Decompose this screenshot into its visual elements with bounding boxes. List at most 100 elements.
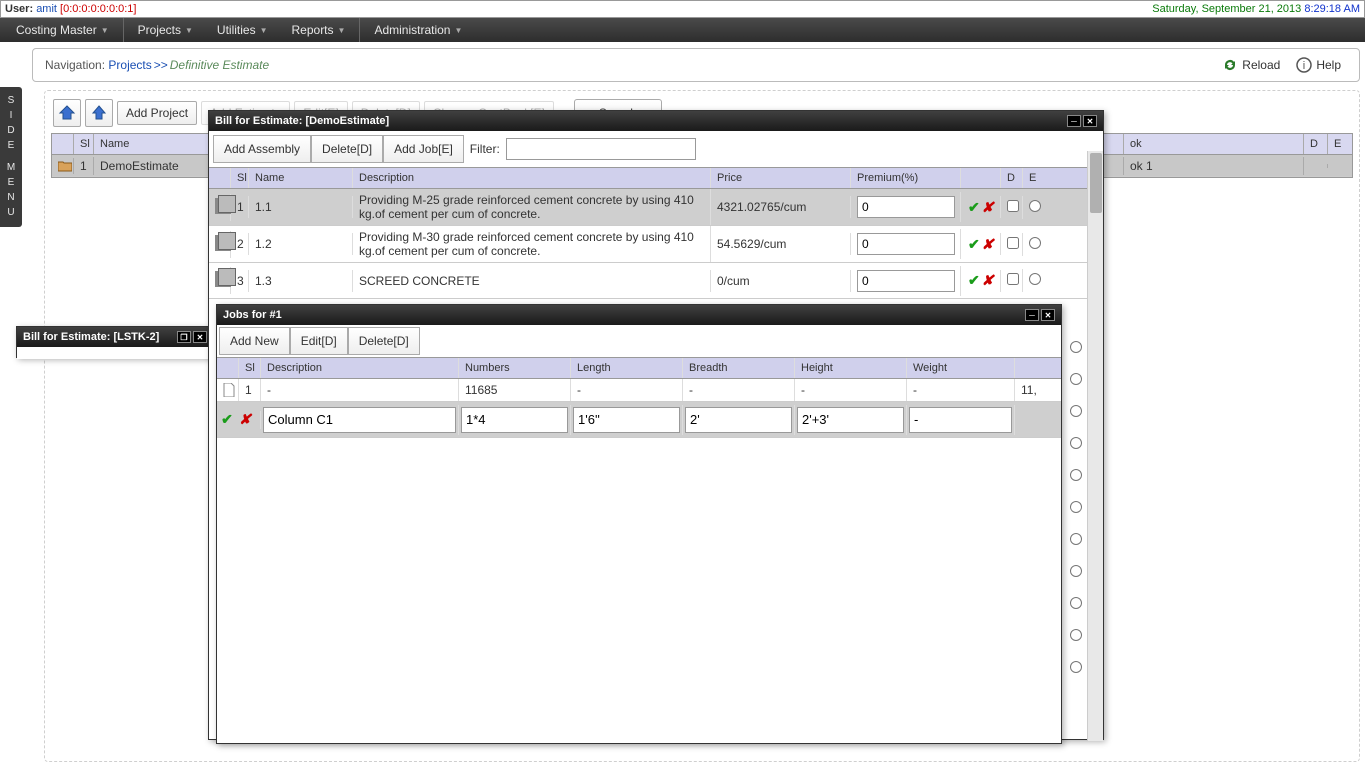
close-button[interactable]: ✕ xyxy=(193,331,207,343)
jobs-add-new-button[interactable]: Add New xyxy=(219,327,290,355)
e-radio[interactable] xyxy=(1029,273,1041,285)
premium-input[interactable] xyxy=(857,196,955,218)
copy-icon[interactable] xyxy=(215,271,231,287)
restore-button[interactable]: ❐ xyxy=(177,331,191,343)
e-radio[interactable] xyxy=(1070,661,1082,673)
menu-reports[interactable]: Reports▼ xyxy=(282,18,356,42)
e-radio[interactable] xyxy=(1070,533,1082,545)
premium-input[interactable] xyxy=(857,270,955,292)
d-checkbox[interactable] xyxy=(1007,200,1019,212)
e-radio[interactable] xyxy=(1070,629,1082,641)
d-checkbox[interactable] xyxy=(1007,273,1019,285)
col-e[interactable]: E xyxy=(1328,134,1352,154)
user-bar: User: amit [0:0:0:0:0:0:0:1] Saturday, S… xyxy=(0,0,1365,18)
bill-row[interactable]: 1 1.1 Providing M-25 grade reinforced ce… xyxy=(209,189,1103,226)
jobs-edit-button[interactable]: Edit[D] xyxy=(290,327,348,355)
accept-icon[interactable]: ✔ xyxy=(968,200,980,214)
jobs-grid: Sl Description Numbers Length Breadth He… xyxy=(217,357,1061,438)
e-radio[interactable] xyxy=(1070,405,1082,417)
reject-icon[interactable]: ✘ xyxy=(982,200,994,214)
minimize-button[interactable]: ─ xyxy=(1025,309,1039,321)
copy-icon[interactable] xyxy=(215,198,231,214)
info-icon: i xyxy=(1296,57,1312,73)
reject-icon[interactable]: ✘ xyxy=(982,237,994,251)
breadcrumb-sep: >> xyxy=(152,58,170,72)
home-icon xyxy=(58,104,76,122)
modal-jobs: Jobs for #1 ─ ✕ Add New Edit[D] Delete[D… xyxy=(216,304,1062,744)
e-radio[interactable] xyxy=(1070,469,1082,481)
home-button[interactable] xyxy=(53,99,81,127)
accept-icon[interactable]: ✔ xyxy=(968,237,980,251)
filter-input[interactable] xyxy=(506,138,696,160)
breadcrumb-projects[interactable]: Projects xyxy=(108,58,151,72)
breadth-input[interactable] xyxy=(685,407,792,433)
height-input[interactable] xyxy=(797,407,904,433)
folder-icon xyxy=(58,160,67,172)
side-menu-tab[interactable]: S I D E M E N U xyxy=(0,87,22,227)
add-project-button[interactable]: Add Project xyxy=(117,101,197,125)
jobs-toolbar: Add New Edit[D] Delete[D] xyxy=(217,325,1061,357)
length-input[interactable] xyxy=(573,407,680,433)
filter-label: Filter: xyxy=(464,136,506,162)
accept-icon[interactable]: ✔ xyxy=(220,413,234,427)
reload-button[interactable]: Reload xyxy=(1216,55,1286,75)
navigation-panel: Navigation: Projects >> Definitive Estim… xyxy=(32,48,1360,82)
time-label: 8:29:18 AM xyxy=(1304,3,1360,15)
col-d[interactable]: D xyxy=(1304,134,1328,154)
reject-icon[interactable]: ✘ xyxy=(982,274,994,288)
d-checkbox[interactable] xyxy=(1007,237,1019,249)
e-radio[interactable] xyxy=(1029,237,1041,249)
job-row[interactable]: 1 - 11685 - - - - 11, xyxy=(217,379,1061,402)
main-menu: Costing Master▼ Projects▼ Utilities▼ Rep… xyxy=(0,18,1365,42)
weight-input[interactable] xyxy=(909,407,1012,433)
job-edit-row: ✔ ✘ xyxy=(217,402,1061,438)
col-book[interactable]: ok xyxy=(1124,134,1304,154)
e-radio[interactable] xyxy=(1070,565,1082,577)
bill-delete-button[interactable]: Delete[D] xyxy=(311,135,383,163)
e-radio[interactable] xyxy=(1070,341,1082,353)
nav-label: Navigation: xyxy=(45,58,105,72)
modal-lstk: Bill for Estimate: [LSTK-2] ❐ ✕ xyxy=(16,326,214,358)
menu-projects[interactable]: Projects▼ xyxy=(128,18,203,42)
col-sl[interactable]: Sl xyxy=(74,134,94,154)
add-assembly-button[interactable]: Add Assembly xyxy=(213,135,311,163)
bill-row[interactable]: 3 1.3 SCREED CONCRETE 0/cum ✔ ✘ xyxy=(209,263,1103,299)
reload-icon xyxy=(1222,57,1238,73)
jobs-delete-button[interactable]: Delete[D] xyxy=(348,327,420,355)
svg-text:i: i xyxy=(1303,60,1305,72)
close-button[interactable]: ✕ xyxy=(1041,309,1055,321)
menu-costing-master[interactable]: Costing Master▼ xyxy=(6,18,119,42)
add-job-button[interactable]: Add Job[E] xyxy=(383,135,464,163)
premium-input[interactable] xyxy=(857,233,955,255)
username-link[interactable]: amit xyxy=(36,3,57,15)
accept-icon[interactable]: ✔ xyxy=(968,274,980,288)
help-button[interactable]: i Help xyxy=(1290,55,1347,75)
user-ip: [0:0:0:0:0:0:0:1] xyxy=(60,3,136,15)
breadcrumb-current: Definitive Estimate xyxy=(170,58,269,72)
e-radio[interactable] xyxy=(1029,200,1041,212)
reject-icon[interactable]: ✘ xyxy=(238,413,252,427)
close-button[interactable]: ✕ xyxy=(1083,115,1097,127)
up-button[interactable] xyxy=(85,99,113,127)
modal-bill-title: Bill for Estimate: [DemoEstimate] xyxy=(215,115,389,127)
bill-scrollbar[interactable] xyxy=(1087,151,1103,741)
desc-input[interactable] xyxy=(263,407,456,433)
modal-jobs-title: Jobs for #1 xyxy=(223,309,282,321)
minimize-button[interactable]: ─ xyxy=(1067,115,1081,127)
modal-bill-titlebar[interactable]: Bill for Estimate: [DemoEstimate] ─ ✕ xyxy=(209,111,1103,131)
copy-icon[interactable] xyxy=(215,235,231,251)
bill-row[interactable]: 2 1.2 Providing M-30 grade reinforced ce… xyxy=(209,226,1103,263)
menu-utilities[interactable]: Utilities▼ xyxy=(207,18,278,42)
modal-lstk-title: Bill for Estimate: [LSTK-2] xyxy=(23,331,159,343)
e-radio[interactable] xyxy=(1070,437,1082,449)
e-radio[interactable] xyxy=(1070,501,1082,513)
bill-grid: Sl Name Description Price Premium(%) D E… xyxy=(209,167,1103,299)
e-radio[interactable] xyxy=(1070,373,1082,385)
numbers-input[interactable] xyxy=(461,407,568,433)
modal-jobs-titlebar[interactable]: Jobs for #1 ─ ✕ xyxy=(217,305,1061,325)
date-label: Saturday, September 21, 2013 xyxy=(1152,3,1301,15)
bill-toolbar: Add Assembly Delete[D] Add Job[E] Filter… xyxy=(209,131,1103,167)
modal-lstk-titlebar[interactable]: Bill for Estimate: [LSTK-2] ❐ ✕ xyxy=(17,327,213,347)
menu-administration[interactable]: Administration▼ xyxy=(364,18,472,42)
e-radio[interactable] xyxy=(1070,597,1082,609)
